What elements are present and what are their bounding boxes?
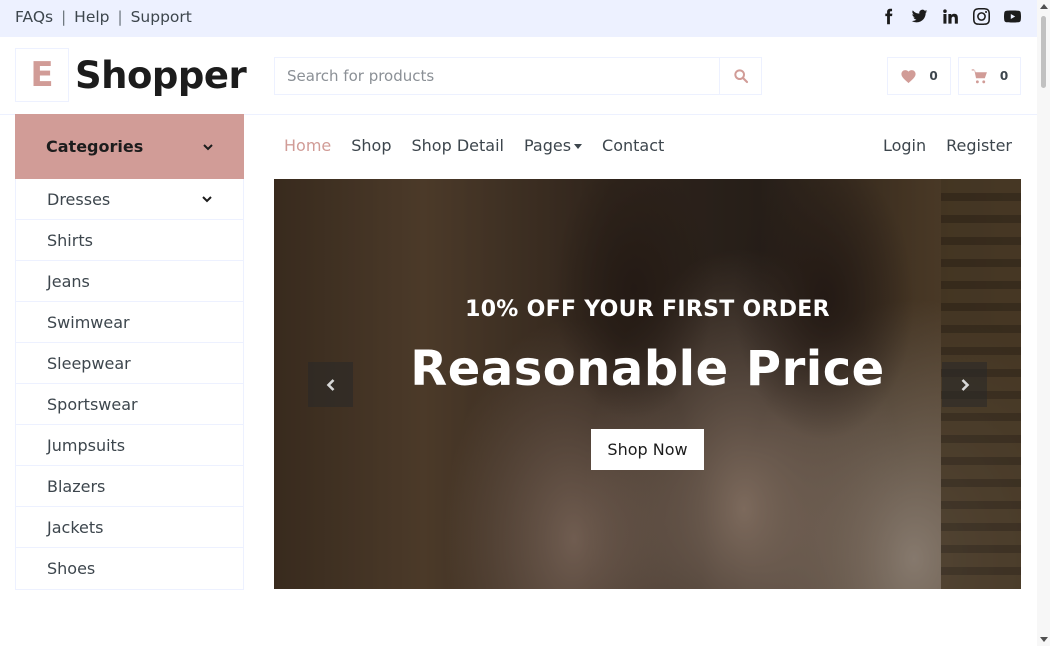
nav-home[interactable]: Home: [284, 136, 331, 155]
category-swimwear[interactable]: Swimwear: [16, 302, 243, 343]
scroll-up-arrow-icon[interactable]: [1040, 4, 1048, 9]
category-label: Sleepwear: [47, 353, 131, 373]
hero-title: Reasonable Price: [410, 341, 885, 397]
search-icon: [733, 69, 748, 84]
category-blazers[interactable]: Blazers: [16, 466, 243, 507]
carousel-next-button[interactable]: [942, 362, 987, 407]
category-label: Shirts: [47, 230, 93, 250]
chevron-down-icon: [203, 143, 213, 150]
category-label: Swimwear: [47, 312, 130, 332]
faqs-link[interactable]: FAQs: [15, 8, 53, 26]
categories-title: Categories: [46, 137, 144, 156]
category-label: Jackets: [47, 517, 104, 537]
register-link[interactable]: Register: [946, 136, 1012, 155]
separator: |: [61, 8, 67, 26]
instagram-icon[interactable]: [973, 8, 990, 25]
category-shirts[interactable]: Shirts: [16, 220, 243, 261]
help-link[interactable]: Help: [74, 8, 109, 26]
scroll-down-arrow-icon[interactable]: [1040, 637, 1048, 642]
page-scrollbar[interactable]: [1037, 0, 1050, 646]
chevron-left-icon: [326, 378, 334, 391]
facebook-icon[interactable]: [880, 8, 897, 25]
heart-icon: [901, 69, 916, 83]
search-button[interactable]: [719, 58, 761, 94]
nav-shop[interactable]: Shop: [351, 136, 391, 155]
category-sleepwear[interactable]: Sleepwear: [16, 343, 243, 384]
wishlist-button[interactable]: 0: [887, 57, 951, 95]
category-label: Sportswear: [47, 394, 138, 414]
logo-letter: E: [15, 48, 69, 102]
chevron-down-icon: [202, 196, 212, 203]
category-label: Jumpsuits: [47, 435, 126, 455]
chevron-right-icon: [961, 378, 969, 391]
category-jumpsuits[interactable]: Jumpsuits: [16, 425, 243, 466]
logo-text: Shopper: [75, 53, 247, 97]
category-label: Jeans: [47, 271, 90, 291]
cart-button[interactable]: 0: [958, 57, 1021, 95]
search-bar: [274, 57, 762, 95]
carousel-prev-button[interactable]: [308, 362, 353, 407]
category-jackets[interactable]: Jackets: [16, 507, 243, 548]
categories-toggle[interactable]: Categories: [15, 114, 244, 179]
main-nav: Home Shop Shop Detail Pages Contact: [284, 136, 664, 155]
category-jeans[interactable]: Jeans: [16, 261, 243, 302]
top-bar: FAQs | Help | Support: [0, 0, 1037, 37]
hero-carousel: 10% OFF YOUR FIRST ORDER Reasonable Pric…: [274, 179, 1021, 589]
youtube-icon[interactable]: [1004, 8, 1021, 25]
separator: |: [117, 8, 123, 26]
nav-shop-detail[interactable]: Shop Detail: [412, 136, 504, 155]
login-link[interactable]: Login: [883, 136, 926, 155]
linkedin-icon[interactable]: [942, 8, 959, 25]
category-label: Blazers: [47, 476, 106, 496]
support-link[interactable]: Support: [131, 8, 192, 26]
twitter-icon[interactable]: [911, 8, 928, 25]
cart-icon: [971, 68, 987, 83]
category-label: Dresses: [47, 189, 111, 209]
social-links: [880, 8, 1021, 25]
cart-count: 0: [999, 69, 1009, 83]
category-dresses[interactable]: Dresses: [16, 179, 243, 220]
wishlist-count: 0: [929, 69, 938, 83]
category-label: Shoes: [47, 559, 96, 578]
category-shoes[interactable]: Shoes: [16, 548, 243, 589]
logo[interactable]: E Shopper: [15, 48, 247, 102]
category-sportswear[interactable]: Sportswear: [16, 384, 243, 425]
scroll-thumb[interactable]: [1041, 16, 1046, 88]
nav-contact[interactable]: Contact: [602, 136, 664, 155]
nav-pages-label: Pages: [523, 136, 572, 155]
hero-subtitle: 10% OFF YOUR FIRST ORDER: [465, 297, 830, 322]
auth-nav: Login Register: [883, 136, 1012, 155]
top-links: FAQs | Help | Support: [15, 8, 192, 26]
category-list: Dresses Shirts Jeans Swimwear Sleepwear …: [15, 179, 244, 590]
nav-pages-dropdown[interactable]: Pages: [523, 136, 583, 155]
caret-down-icon: [574, 144, 583, 149]
shop-now-button[interactable]: Shop Now: [591, 429, 704, 470]
search-input[interactable]: [275, 58, 719, 94]
